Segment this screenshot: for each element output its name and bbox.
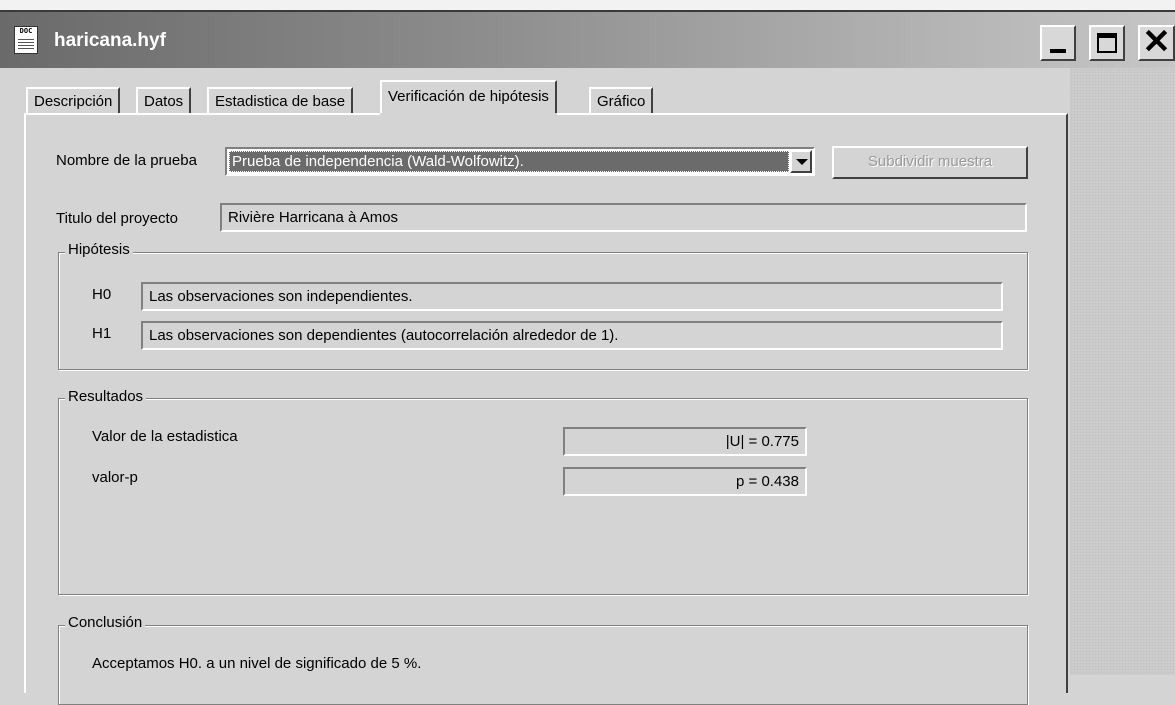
top-edge xyxy=(0,0,1175,10)
window-title: haricana.hyf xyxy=(54,30,166,51)
conclusion-legend: Conclusión xyxy=(65,614,146,631)
tab-verificacion-hipotesis[interactable]: Verificación de hipótesis xyxy=(380,80,557,117)
subdivide-sample-button[interactable]: Subdividir muestra xyxy=(832,146,1028,179)
h1-label: H1 xyxy=(92,325,112,342)
close-icon[interactable]: ✕ xyxy=(1138,25,1175,61)
tab-estadistica-base[interactable]: Estadistica de base xyxy=(207,87,354,115)
h1-field: Las observaciones son dependientes (auto… xyxy=(141,321,1003,350)
h0-field: Las observaciones son independientes. xyxy=(141,282,1003,311)
test-name-selected: Prueba de independencia (Wald-Wolfowitz)… xyxy=(229,151,789,172)
mdi-background xyxy=(1070,68,1175,675)
hypotheses-group xyxy=(58,252,1028,370)
results-legend: Resultados xyxy=(65,388,147,405)
hypotheses-legend: Hipótesis xyxy=(65,241,133,258)
pvalue-value: p = 0.438 xyxy=(563,467,807,496)
title-bar[interactable]: DOC haricana.hyf ✕ xyxy=(0,10,1175,68)
test-name-label: Nombre de la prueba xyxy=(56,152,197,169)
document-icon: DOC xyxy=(14,26,38,54)
minimize-icon[interactable] xyxy=(1040,25,1076,61)
tab-grafico[interactable]: Gráfico xyxy=(589,87,654,115)
h0-label: H0 xyxy=(92,286,112,303)
project-title-field: Rivière Harricana à Amos xyxy=(220,203,1027,232)
project-title-label: Titulo del proyecto xyxy=(56,210,179,227)
pvalue-label: valor-p xyxy=(92,469,138,486)
chevron-down-icon[interactable] xyxy=(790,150,812,173)
test-name-select[interactable]: Prueba de independencia (Wald-Wolfowitz)… xyxy=(225,147,815,176)
maximize-icon[interactable] xyxy=(1089,25,1125,61)
statistic-value: |U| = 0.775 xyxy=(563,427,807,456)
conclusion-text: Acceptamos H0. a un nivel de significado… xyxy=(92,655,422,672)
statistic-label: Valor de la estadistica xyxy=(92,428,238,445)
tab-descripcion[interactable]: Descripción xyxy=(26,87,121,115)
tab-datos[interactable]: Datos xyxy=(136,87,192,115)
